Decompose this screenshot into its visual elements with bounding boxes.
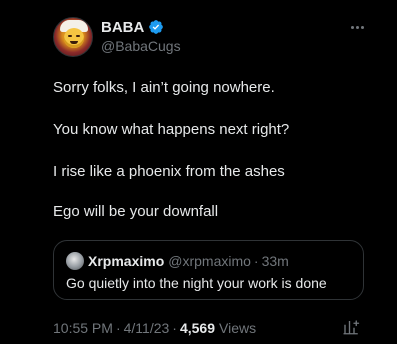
tweet-time[interactable]: 10:55 PM	[53, 320, 113, 336]
avatar-face	[64, 28, 84, 48]
avatar-mouth	[70, 41, 78, 44]
quoted-author-display-name: Xrpmaximo	[88, 253, 165, 269]
author-avatar[interactable]	[53, 17, 93, 57]
quoted-tweet[interactable]: Xrpmaximo @xrpmaximo · 33m Go quietly in…	[53, 240, 364, 300]
meta-separator: ·	[172, 320, 177, 336]
author-name-row: BABA	[101, 17, 164, 37]
quoted-tweet-text: Go quietly into the night your work is d…	[66, 275, 327, 291]
views-count: 4,569	[179, 320, 215, 336]
more-dot	[360, 25, 364, 29]
tweet-text-line: You know what happens next right?	[53, 121, 290, 138]
more-dot	[350, 25, 354, 29]
author-handle[interactable]: @BabaCugs	[101, 38, 181, 54]
tweet[interactable]: BABA @BabaCugs Sorry folks, I ain’t goin…	[0, 0, 397, 344]
tweet-date[interactable]: 4/11/23	[124, 320, 170, 336]
analytics-icon[interactable]	[342, 318, 360, 336]
more-horizontal-icon[interactable]	[347, 17, 367, 37]
tweet-meta: 10:55 PM · 4/11/23 · 4,569 Views	[53, 320, 256, 336]
avatar-eye-left	[68, 35, 72, 37]
tweet-text-line: Ego will be your downfall	[53, 203, 219, 220]
quoted-timestamp: 33m	[261, 253, 289, 269]
verified-badge-icon[interactable]	[148, 19, 164, 35]
meta-separator: ·	[115, 320, 121, 336]
quoted-author-avatar	[66, 252, 84, 270]
more-dot	[355, 25, 359, 29]
author-display-name[interactable]: BABA	[101, 19, 144, 36]
tweet-text-line: Sorry folks, I ain’t going nowhere.	[53, 79, 275, 96]
tweet-text-line: I rise like a phoenix from the ashes	[53, 163, 285, 180]
quoted-author-handle: @xrpmaximo	[168, 253, 251, 269]
quoted-separator: ·	[253, 253, 259, 269]
quoted-tweet-header: Xrpmaximo @xrpmaximo · 33m	[88, 252, 289, 270]
views-label: Views	[219, 320, 257, 336]
avatar-eye-right	[76, 35, 80, 37]
